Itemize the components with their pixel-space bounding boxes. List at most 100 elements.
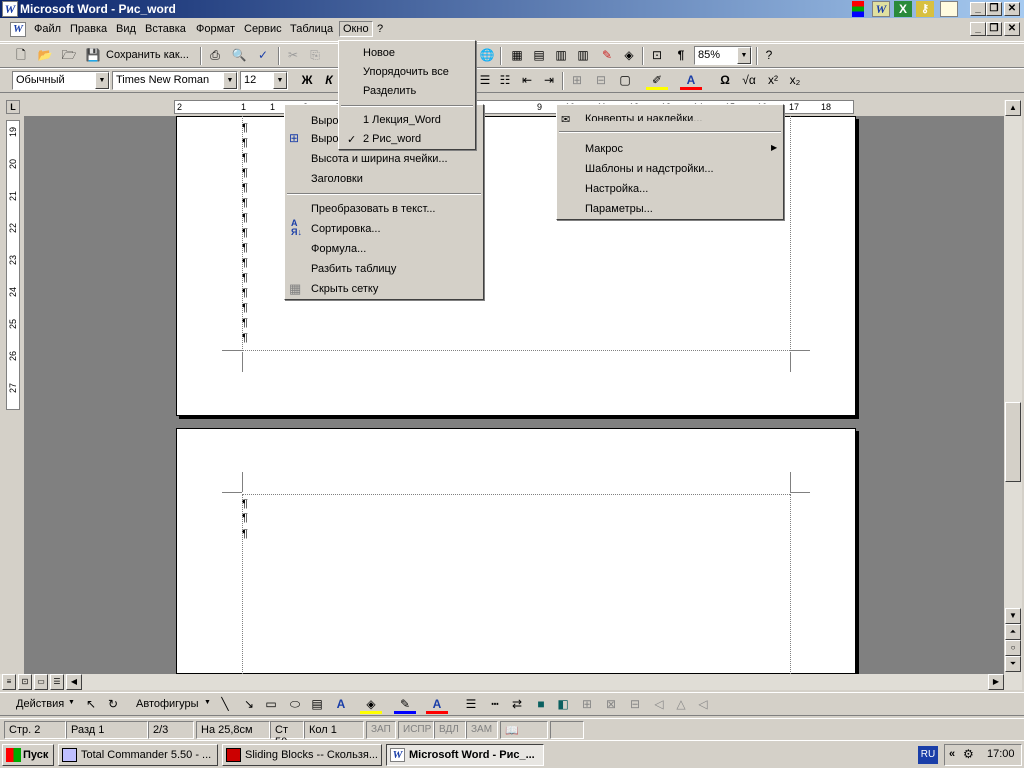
headings-item[interactable]: Заголовки (311, 173, 363, 185)
doc-restore-button[interactable]: ❐ (986, 22, 1002, 36)
autoshapes-button[interactable]: Автофигуры (136, 698, 199, 710)
arrow-icon[interactable]: ↘ (238, 694, 260, 714)
split-item[interactable]: Разделить (363, 85, 416, 97)
fill-color-icon[interactable]: ◈ (360, 694, 382, 714)
subscript-icon[interactable]: x₂ (784, 70, 806, 90)
menu-view[interactable]: Вид (116, 23, 136, 35)
new-doc-icon[interactable]: 🗋 (10, 45, 32, 65)
table-menu-item[interactable]: Выро (311, 115, 338, 127)
office-icon[interactable] (852, 1, 864, 17)
oval-icon[interactable]: ⬭ (284, 694, 306, 714)
rectangle-icon[interactable]: ▭ (260, 694, 282, 714)
spelling-icon[interactable]: ✓ (252, 45, 274, 65)
symbol-icon[interactable]: Ω (714, 70, 736, 90)
tab-selector[interactable]: L (6, 100, 20, 114)
normal-view-button[interactable]: ≡ (2, 674, 16, 690)
draw-font-color-icon[interactable]: A (426, 694, 448, 714)
insert-table-icon[interactable]: ▤ (528, 45, 550, 65)
new-window-item[interactable]: Новое (363, 47, 395, 59)
envelopes-item[interactable]: Конверты и наклейки... (585, 113, 702, 121)
flip-icon[interactable]: ⊟ (624, 694, 646, 714)
rotate-icon[interactable]: ↻ (102, 694, 124, 714)
line-icon[interactable]: ╲ (214, 694, 236, 714)
tray-expand-icon[interactable]: « (949, 748, 955, 760)
word-app-icon[interactable]: W (2, 1, 18, 17)
rotate-left-icon[interactable]: ◁ (648, 694, 670, 714)
equation-icon[interactable]: √α (738, 70, 760, 90)
horizontal-scrollbar[interactable]: ≡ ⊡ ▭ ☰ ◀ ▶ (0, 674, 1022, 690)
status-track[interactable]: ИСПР (398, 721, 434, 739)
textbox-icon[interactable]: ▤ (306, 694, 328, 714)
cell-height-width-item[interactable]: Высота и ширина ячейки... (311, 153, 448, 165)
drawing-icon[interactable]: ✎ (596, 45, 618, 65)
status-rec[interactable]: ЗАП (366, 721, 396, 739)
actions-button[interactable]: Действия (16, 698, 64, 710)
task-total-commander[interactable]: Total Commander 5.50 - ... (58, 744, 218, 766)
chevron-down-icon[interactable]: ▼ (273, 72, 287, 89)
next-page-button[interactable]: ⏷ (1005, 656, 1021, 672)
menu-file[interactable]: Файл (34, 23, 61, 35)
document-icon[interactable]: W (10, 22, 26, 37)
flip-horizontal-icon[interactable]: △ (670, 694, 692, 714)
web-view-button[interactable]: ⊡ (18, 674, 32, 690)
font-color-icon[interactable]: A (680, 70, 702, 90)
menu-edit[interactable]: Правка (70, 23, 107, 35)
save-icon[interactable]: 💾 (82, 45, 104, 65)
templates-item[interactable]: Шаблоны и надстройки... (585, 163, 714, 175)
distribute-icon[interactable]: ⊠ (600, 694, 622, 714)
doc-close-button[interactable]: ✕ (1004, 22, 1020, 36)
options-item[interactable]: Параметры... (585, 203, 653, 215)
status-overtype[interactable]: ЗАМ (466, 721, 498, 739)
print-icon[interactable]: ⎙ (204, 45, 226, 65)
cut-icon[interactable]: ✂ (282, 45, 304, 65)
select-arrow-icon[interactable]: ↖ (80, 694, 102, 714)
task-sliding-blocks[interactable]: Sliding Blocks -- Скользя... (222, 744, 382, 766)
office-assistant-icon[interactable]: ? (758, 45, 780, 65)
split-cells-icon[interactable]: ⊟ (590, 70, 612, 90)
align-icon[interactable]: ⊞ (576, 694, 598, 714)
increase-indent-icon[interactable]: ⇥ (538, 70, 560, 90)
doc-map-icon[interactable]: ◈ (618, 45, 640, 65)
arrow-style-icon[interactable]: ⇄ (506, 694, 528, 714)
print-preview-icon[interactable]: 🔍 (228, 45, 250, 65)
zoom-select[interactable]: 85% ▼ (694, 46, 752, 65)
scroll-thumb[interactable] (1005, 402, 1021, 482)
task-word[interactable]: W Microsoft Word - Рис_... (386, 744, 544, 766)
line-style-icon[interactable]: ☰ (460, 694, 482, 714)
shadow-icon[interactable]: ■ (530, 694, 552, 714)
decrease-indent-icon[interactable]: ⇤ (516, 70, 538, 90)
font-select[interactable]: Times New Roman ▼ (112, 71, 238, 90)
start-button[interactable]: Пуск (2, 744, 54, 766)
menu-window[interactable]: Окно (339, 21, 373, 37)
numbering-icon[interactable]: ☰ (474, 70, 496, 90)
status-extend[interactable]: ВДЛ (434, 721, 466, 739)
macro-item[interactable]: Макрос (585, 143, 623, 155)
notes-shortcut-icon[interactable] (940, 1, 958, 17)
borders-icon[interactable]: ▢ (614, 70, 636, 90)
style-select[interactable]: Обычный ▼ (12, 71, 110, 90)
superscript-icon[interactable]: x² (762, 70, 784, 90)
menu-tools[interactable]: Сервис (244, 23, 282, 35)
select-browse-object-button[interactable]: ○ (1005, 640, 1021, 656)
split-table-item[interactable]: Разбить таблицу (311, 263, 396, 275)
web-toolbar-icon[interactable]: 🌐 (476, 45, 498, 65)
wordart-icon[interactable]: A (330, 694, 352, 714)
doc-map2-icon[interactable]: ⊡ (646, 45, 668, 65)
window-item-lecture[interactable]: 1 Лекция_Word (363, 114, 441, 126)
minimize-button[interactable]: _ (970, 2, 986, 16)
bullets-icon[interactable]: ☷ (494, 70, 516, 90)
open-icon[interactable]: 📂 (34, 45, 56, 65)
sort-item[interactable]: Сортировка... (311, 223, 381, 235)
scroll-right-button[interactable]: ▶ (988, 674, 1004, 690)
vertical-ruler[interactable]: 19 20 21 22 23 24 25 26 27 (6, 120, 20, 410)
network-icon[interactable]: ⚙ (963, 747, 974, 761)
copy-icon[interactable]: ⎘ (304, 45, 326, 65)
line-color-icon[interactable]: ✎ (394, 694, 416, 714)
show-hide-icon[interactable]: ¶ (670, 45, 692, 65)
insert-excel-icon[interactable]: ▥ (550, 45, 572, 65)
scroll-left-button[interactable]: ◀ (66, 674, 82, 690)
scroll-down-button[interactable]: ▼ (1005, 608, 1021, 624)
spelling-status-icon[interactable]: 📖 (500, 721, 548, 739)
vertical-scrollbar[interactable]: ▲ ▼ ⏶ ○ ⏷ (1004, 100, 1022, 674)
doc-minimize-button[interactable]: _ (970, 22, 986, 36)
